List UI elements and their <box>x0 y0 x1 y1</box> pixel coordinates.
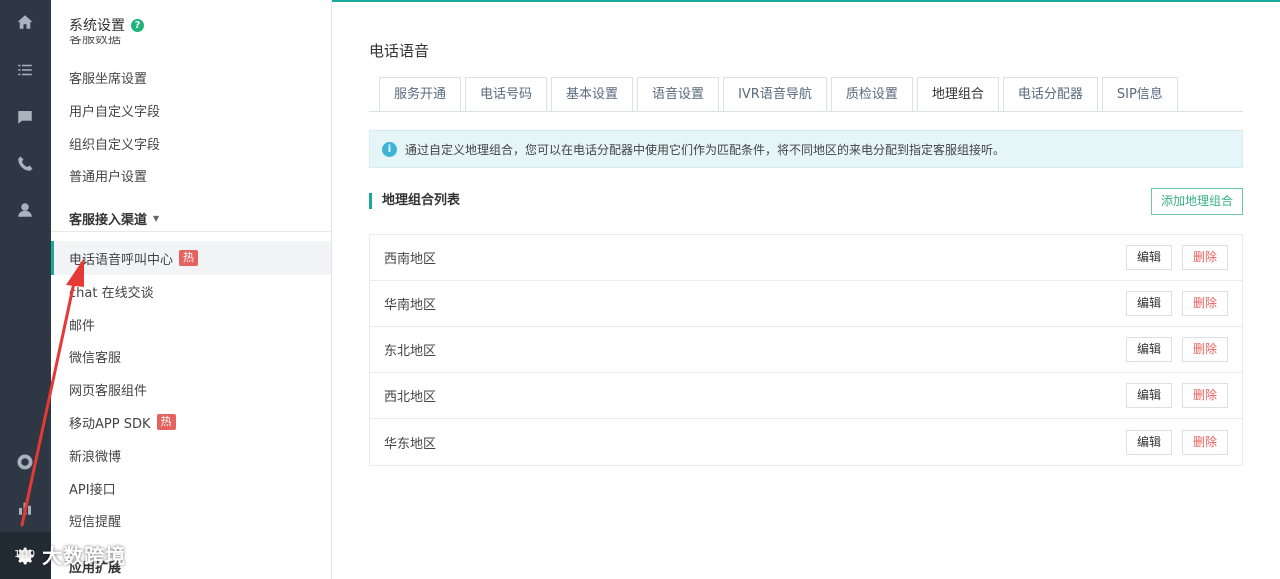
settings-sidebar: 系统设置 ? 客服数据 客服坐席设置 用户自定义字段 组织自定义字段 普通用户设… <box>51 0 332 579</box>
hot-badge: 热 <box>156 414 176 430</box>
add-geo-group-button[interactable]: 添加地理组合 <box>1151 188 1243 215</box>
table-row: 西北地区 编辑 删除 <box>370 373 1242 419</box>
sidebar-item-phone-center[interactable]: 电话语音呼叫中心 热 <box>69 248 199 268</box>
tab-sip[interactable]: SIP信息 <box>1101 77 1178 111</box>
notice-text: 通过自定义地理组合，您可以在电话分配器中使用它们作为匹配条件，将不同地区的来电分… <box>405 142 1006 157</box>
edit-button[interactable]: 编辑 <box>1126 245 1172 270</box>
tab-bar: 服务开通 电话号码 基本设置 语音设置 IVR语音导航 质检设置 地理组合 电话… <box>379 77 1178 111</box>
page-title: 电话语音 <box>369 42 430 60</box>
tab-numbers[interactable]: 电话号码 <box>465 77 548 111</box>
divider <box>51 231 331 232</box>
sidebar-item-web-widget[interactable]: 网页客服组件 <box>69 379 147 399</box>
edit-button[interactable]: 编辑 <box>1126 383 1172 408</box>
delete-button[interactable]: 删除 <box>1182 429 1228 455</box>
sidebar-item-label: 微信客服 <box>69 350 122 366</box>
edit-button[interactable]: 编辑 <box>1126 429 1172 455</box>
sidebar-group-channels[interactable]: 客服接入渠道 ▼ <box>69 209 159 228</box>
sidebar-title: 系统设置 ? <box>69 15 144 35</box>
sidebar-item-api[interactable]: API接口 <box>69 478 116 498</box>
home-icon[interactable] <box>13 10 37 34</box>
sidebar-item-sms[interactable]: 短信提醒 <box>69 510 121 530</box>
watermark-text: 大数跨境 <box>42 544 127 568</box>
table-row: 华南地区 编辑 删除 <box>370 281 1242 327</box>
sidebar-item-weibo[interactable]: 新浪微博 <box>69 445 121 465</box>
delete-button[interactable]: 删除 <box>1182 383 1228 408</box>
edit-button[interactable]: 编辑 <box>1126 291 1172 316</box>
info-notice: i 通过自定义地理组合，您可以在电话分配器中使用它们作为匹配条件，将不同地区的来… <box>369 130 1243 168</box>
delete-button[interactable]: 删除 <box>1182 337 1228 362</box>
sidebar-item-mobile-sdk[interactable]: 移动APP SDK 热 <box>69 412 176 432</box>
sidebar-item-label: 网页客服组件 <box>69 383 148 399</box>
table-row: 华东地区 编辑 删除 <box>370 419 1242 465</box>
sidebar-item-chat[interactable]: chat 在线交谈 <box>69 281 154 301</box>
sidebar-item-label: 电话语音呼叫中心 <box>69 252 174 268</box>
icon-rail <box>0 0 51 579</box>
main-content: 电话语音 服务开通 电话号码 基本设置 语音设置 IVR语音导航 质检设置 地理… <box>332 0 1280 579</box>
sidebar-item-org-fields[interactable]: 组织自定义字段 <box>69 133 160 153</box>
sidebar-item-wechat[interactable]: 微信客服 <box>69 346 121 366</box>
sidebar-item-cut[interactable]: 客服数据 <box>69 36 121 50</box>
sidebar-title-text: 系统设置 <box>69 18 125 34</box>
geo-group-list: 西南地区 编辑 删除 华南地区 编辑 删除 东北地区 编辑 删除 西北地区 编辑… <box>369 234 1243 466</box>
tab-distributor[interactable]: 电话分配器 <box>1002 77 1098 111</box>
sidebar-item-label: 普通用户设置 <box>69 169 148 185</box>
table-row: 东北地区 编辑 删除 <box>370 327 1242 373</box>
delete-button[interactable]: 删除 <box>1182 245 1228 270</box>
sidebar-item-label: 客服坐席设置 <box>69 71 148 87</box>
caret-down-icon: ▼ <box>153 214 160 223</box>
row-name: 东北地区 <box>384 344 437 359</box>
row-name: 西南地区 <box>384 252 437 267</box>
row-name: 华南地区 <box>384 298 437 313</box>
group-label: 客服接入渠道 <box>69 213 148 228</box>
sidebar-item-label: 新浪微博 <box>69 449 122 465</box>
tab-ivr[interactable]: IVR语音导航 <box>723 77 827 111</box>
sidebar-item-label: chat 在线交谈 <box>69 285 154 301</box>
sidebar-item-label: 用户自定义字段 <box>69 104 161 120</box>
chat-icon[interactable] <box>13 105 37 129</box>
row-name: 西北地区 <box>384 390 437 405</box>
delete-button[interactable]: 删除 <box>1182 291 1228 316</box>
sidebar-item-user-settings[interactable]: 普通用户设置 <box>69 165 147 185</box>
tab-divider <box>369 111 1243 112</box>
sidebar-item-email[interactable]: 邮件 <box>69 314 95 334</box>
sidebar-item-label: 移动APP SDK <box>69 416 151 432</box>
sidebar-item-label: 邮件 <box>69 318 96 334</box>
list-icon[interactable] <box>13 58 37 82</box>
sidebar-item-label: 短信提醒 <box>69 514 122 530</box>
sidebar-item-agent-seats[interactable]: 客服坐席设置 <box>69 67 147 87</box>
phone-icon[interactable] <box>13 152 37 176</box>
help-icon[interactable]: ? <box>131 18 144 32</box>
section-title: 地理组合列表 <box>369 193 460 209</box>
sidebar-item-user-fields[interactable]: 用户自定义字段 <box>69 100 160 120</box>
lifebuoy-icon[interactable] <box>13 450 37 474</box>
watermark: 100 大数跨境 <box>14 540 126 569</box>
edit-button[interactable]: 编辑 <box>1126 337 1172 362</box>
user-icon[interactable] <box>13 198 37 222</box>
tab-quality[interactable]: 质检设置 <box>830 77 913 111</box>
tab-voice[interactable]: 语音设置 <box>637 77 720 111</box>
table-row: 西南地区 编辑 删除 <box>370 235 1242 281</box>
sidebar-item-label: API接口 <box>69 482 116 498</box>
tab-geo-groups[interactable]: 地理组合 <box>916 77 999 111</box>
watermark-prefix: 100 <box>14 549 37 560</box>
tab-service[interactable]: 服务开通 <box>379 77 462 111</box>
info-icon: i <box>382 141 397 157</box>
row-name: 华东地区 <box>384 436 437 452</box>
tab-basic[interactable]: 基本设置 <box>551 77 634 111</box>
sidebar-item-label: 组织自定义字段 <box>69 137 161 153</box>
bar-chart-icon[interactable] <box>13 496 37 520</box>
hot-badge: 热 <box>179 250 199 266</box>
